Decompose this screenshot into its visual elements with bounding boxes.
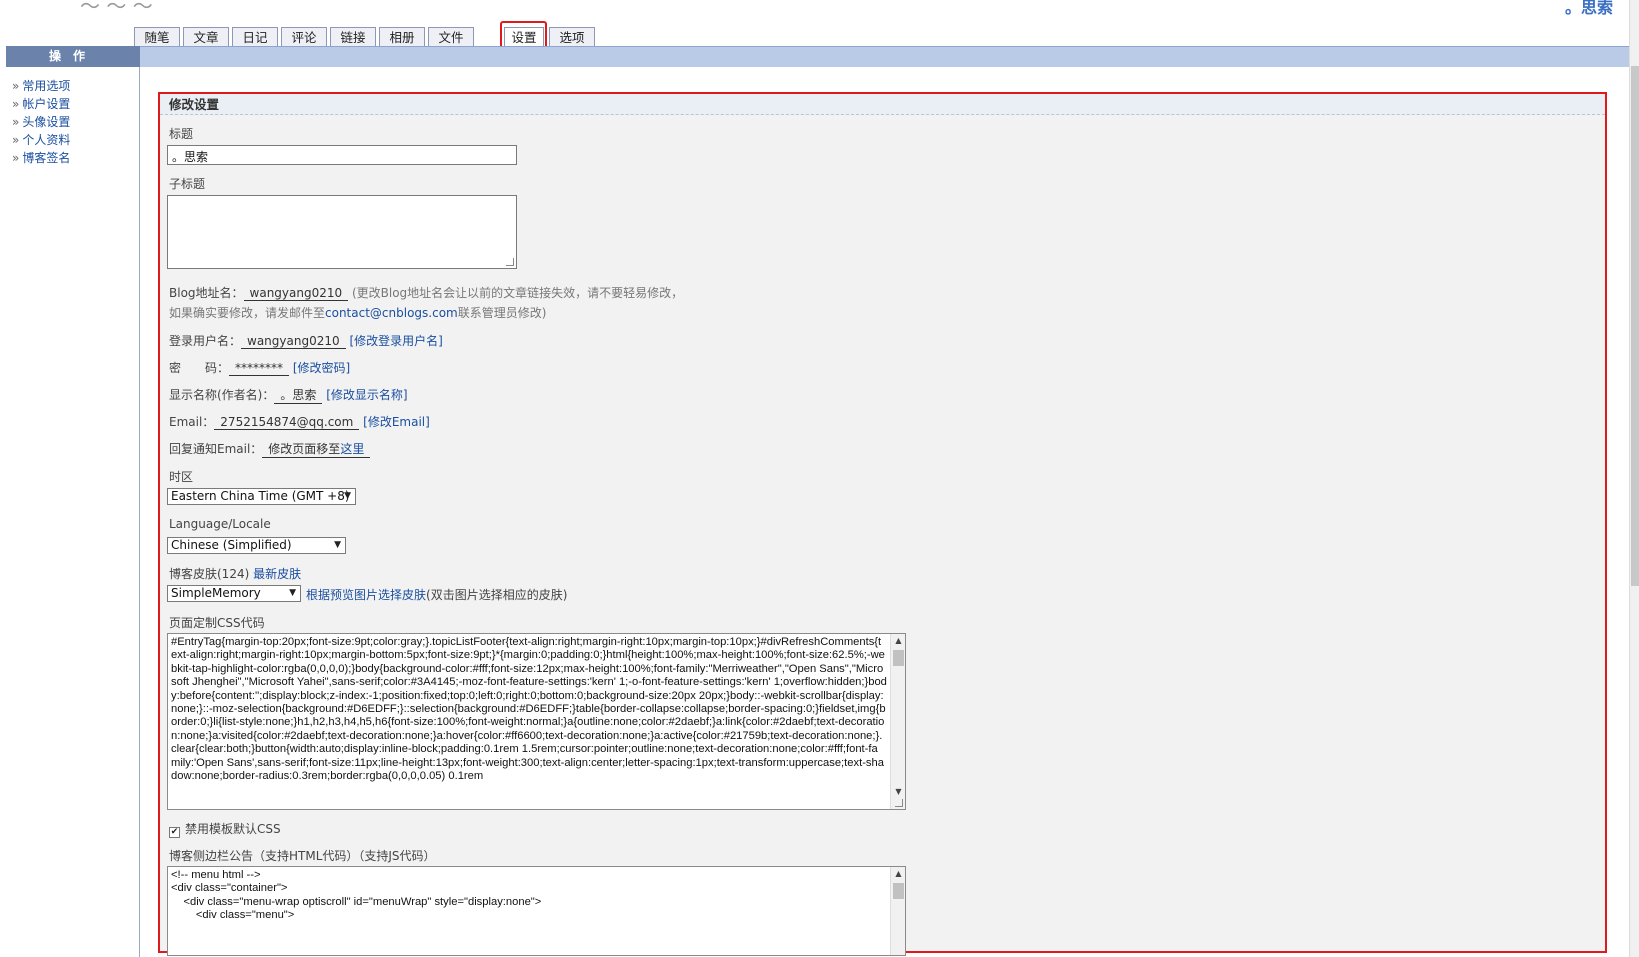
email-label: Email： [169,415,215,429]
email-row: Email： 2752154874@qq.com [修改Email] [169,413,430,430]
subtitle-textarea[interactable] [167,195,517,269]
skin-preview-row: 根据预览图片选择皮肤(双击图片选择相应的皮肤) [306,586,567,603]
skin-value: SimpleMemory [171,586,261,600]
email-value: 2752154874@qq.com [214,415,360,430]
tab-diary[interactable]: 日记 [232,27,278,47]
panel-title: 修改设置 [160,94,1605,115]
raquo-icon: » [12,151,20,165]
skin-select[interactable]: SimpleMemory ▼ [167,585,301,602]
disable-default-css-label: 禁用模板默认CSS [185,822,281,836]
sidebar-item-profile[interactable]: » 个人资料 [12,131,139,149]
resize-grip-icon[interactable] [895,799,903,807]
raquo-icon: » [12,133,20,147]
title-input[interactable]: 。思索 [167,145,517,165]
password-label: 密 码： [169,361,230,375]
tab-albums[interactable]: 相册 [379,27,425,47]
skin-preview-link[interactable]: 根据预览图片选择皮肤 [306,588,426,602]
language-select[interactable]: Chinese (Simplified) ▼ [167,537,346,554]
display-name-row: 显示名称(作者名)： 。思索 [修改显示名称] [169,386,408,404]
scroll-up-icon[interactable]: ▲ [891,867,905,881]
scroll-up-icon[interactable]: ▲ [891,634,905,648]
sidebar-notice-code: <!-- menu html --> <div class="container… [171,869,542,922]
sidebar-header: 操作 [6,46,140,67]
skin-label: 博客皮肤(124) [169,567,250,581]
skin-preview-note: (双击图片选择相应的皮肤) [426,588,568,602]
reply-email-value: 修改页面移至这里 [262,440,371,458]
blog-address-note-row: 如果确实要修改，请发邮件至contact@cnblogs.com联系管理员修改) [169,304,546,321]
page-scrollbar-thumb[interactable] [1631,66,1639,586]
custom-css-label: 页面定制CSS代码 [169,616,265,630]
blog-address-row: Blog地址名： wangyang0210 (更改Blog地址名会让以前的文章链接… [169,284,683,301]
change-login-link[interactable]: [修改登录用户名] [349,334,442,348]
subtitle-label: 子标题 [169,177,206,191]
reply-email-label: 回复通知Email： [169,442,263,456]
top-bar [6,46,1629,67]
tab-settings[interactable]: 设置 [504,27,544,47]
notice-scrollbar[interactable]: ▲ [890,867,905,955]
login-name-value: wangyang0210 [241,334,346,349]
skin-row: 博客皮肤(124) 最新皮肤 [169,565,301,582]
timezone-label: 时区 [169,470,194,484]
chevron-down-icon: ▼ [344,491,351,501]
sidebar-item-account[interactable]: » 帐户设置 [12,95,139,113]
disable-default-css-checkbox[interactable]: ✔ [169,827,180,838]
sidebar-notice-textarea[interactable]: <!-- menu html --> <div class="container… [167,866,906,956]
custom-css-textarea[interactable]: #EntryTag{margin-top:20px;font-size:9pt;… [167,633,906,810]
blog-address-value: wangyang0210 [243,286,349,301]
display-name-value: 。思索 [274,386,323,404]
tab-articles[interactable]: 文章 [183,27,229,47]
display-name-label: 显示名称(作者名)： [169,388,275,402]
sidebar-item-signature[interactable]: » 博客签名 [12,149,139,167]
blog-address-label: Blog地址名： [169,286,244,300]
notice-scrollbar-thumb[interactable] [893,883,904,899]
password-value: ******** [229,361,290,376]
language-value: Chinese (Simplified) [171,538,292,552]
css-scrollbar[interactable]: ▲ ▼ [890,634,905,809]
page-scrollbar[interactable] [1629,0,1639,957]
title-label: 标题 [169,127,194,141]
blog-address-note2: 如果确实要修改，请发邮件至 [169,306,326,320]
newest-skins-link[interactable]: 最新皮肤 [253,567,301,581]
tab-comments[interactable]: 评论 [281,27,327,47]
disable-default-css-row: ✔ 禁用模板默认CSS [169,820,281,838]
tab-links[interactable]: 链接 [330,27,376,47]
contact-email-link[interactable]: contact@cnblogs.com [325,306,458,320]
sidebar-notice-label: 博客侧边栏公告（支持HTML代码）（支持JS代码） [169,849,436,863]
reply-email-text: 修改页面移至 [268,442,341,456]
css-scrollbar-thumb[interactable] [893,650,904,666]
sidebar: » 常用选项 » 帐户设置 » 头像设置 » 个人资料 » 博客签名 [6,67,140,957]
timezone-value: Eastern China Time (GMT +8) [171,489,350,503]
blog-address-note3: 联系管理员修改) [457,306,547,320]
blog-brand[interactable]: 。思索 [1565,0,1613,18]
raquo-icon: » [12,79,20,93]
tab-options[interactable]: 选项 [549,27,595,47]
resize-grip-icon[interactable] [506,258,514,266]
language-label: Language/Locale [169,517,271,531]
raquo-icon: » [12,97,20,111]
timezone-select[interactable]: Eastern China Time (GMT +8) ▼ [167,488,356,505]
change-display-name-link[interactable]: [修改显示名称] [326,388,407,402]
logo-fragment: ～ ～ ～ [80,0,153,18]
scroll-down-icon[interactable]: ▼ [891,785,905,799]
change-email-link[interactable]: [修改Email] [363,415,430,429]
blog-address-note: (更改Blog地址名会让以前的文章链接失效，请不要轻易修改， [351,286,684,300]
password-row: 密 码： ******** [修改密码] [169,359,350,376]
reply-email-row: 回复通知Email： 修改页面移至这里 [169,440,371,458]
tab-posts[interactable]: 随笔 [134,27,180,47]
sidebar-item-common-options[interactable]: » 常用选项 [12,77,139,95]
change-password-link[interactable]: [修改密码] [293,361,350,375]
chevron-down-icon: ▼ [289,588,296,598]
chevron-down-icon: ▼ [334,540,341,550]
sidebar-item-avatar[interactable]: » 头像设置 [12,113,139,131]
login-name-row: 登录用户名： wangyang0210 [修改登录用户名] [169,332,443,349]
reply-email-here-link[interactable]: 这里 [340,442,364,456]
settings-panel: 修改设置 标题 。思索 子标题 Blog地址名： wangyang0210 (更改… [158,92,1607,956]
raquo-icon: » [12,115,20,129]
login-name-label: 登录用户名： [169,334,242,348]
tab-files[interactable]: 文件 [428,27,474,47]
custom-css-code: #EntryTag{margin-top:20px;font-size:9pt;… [171,636,887,783]
